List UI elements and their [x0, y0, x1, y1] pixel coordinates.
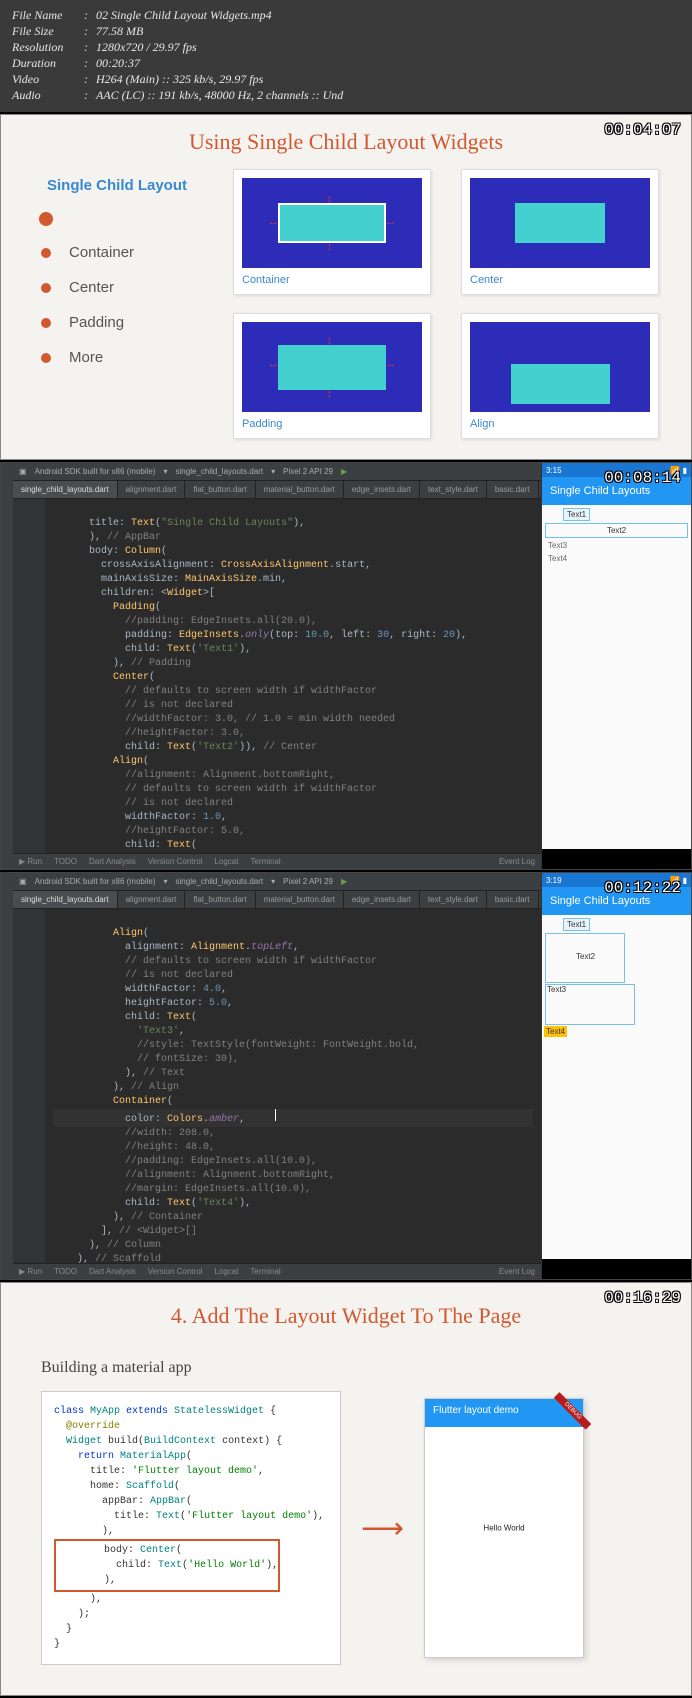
emu-body: Text1 Text2 Text3 Text4: [542, 505, 691, 849]
widget-align: Align: [461, 313, 659, 439]
tab-main[interactable]: single_child_layouts.dart: [13, 481, 118, 498]
emu-navbar[interactable]: [542, 1259, 691, 1279]
run-config[interactable]: single_child_layouts.dart: [176, 467, 264, 476]
tab[interactable]: flat_button.dart: [185, 481, 255, 498]
nav-item-more: More: [69, 349, 103, 366]
meta-filename-label: File Name: [12, 8, 84, 23]
meta-filesize-label: File Size: [12, 24, 84, 39]
code-editor[interactable]: Align( alignment: Alignment.topLeft, // …: [13, 909, 541, 1263]
emu-text2: Text2: [576, 952, 595, 961]
ide-panel-1: 00:08:14 ▣Android SDK built for x86 (mob…: [0, 462, 692, 870]
nav-dot-icon: [41, 353, 51, 363]
tab[interactable]: text_style.dart: [420, 481, 487, 498]
meta-video-label: Video: [12, 72, 84, 87]
editor-tabs[interactable]: single_child_layouts.dart alignment.dart…: [13, 481, 541, 499]
emu-text3: Text3: [546, 984, 567, 995]
slide-title: Using Single Child Layout Widgets: [33, 129, 659, 155]
ide-statusbar[interactable]: ▶ Run TODO Dart Analysis Version Control…: [13, 1263, 541, 1279]
emu-text1: Text1: [563, 508, 590, 521]
ide-toolbar[interactable]: ▣Android SDK built for x86 (mobile) ▾sin…: [13, 463, 541, 481]
emu-text2: Text2: [604, 525, 629, 536]
nav-dot-icon: [41, 318, 51, 328]
meta-video-value: H264 (Main) :: 325 kb/s, 29.97 fps: [96, 72, 263, 87]
meta-duration-label: Duration: [12, 56, 84, 71]
meta-duration-value: 00:20:37: [96, 56, 140, 71]
widget-center: Center: [461, 169, 659, 295]
tab[interactable]: edge_insets.dart: [344, 481, 420, 498]
caption: Padding: [242, 418, 422, 430]
slide-title: 4. Add The Layout Widget To The Page: [41, 1303, 651, 1329]
meta-filename-value: 02 Single Child Layout Widgets.mp4: [96, 8, 272, 23]
ide-statusbar[interactable]: ▶ Run TODO Dart Analysis Version Control…: [13, 853, 541, 869]
phone-mockup: DEBUG Flutter layout demo Hello World: [424, 1398, 584, 1658]
emu-text3: Text3: [545, 540, 570, 551]
timestamp: 00:16:29: [604, 1289, 681, 1307]
nav-dot-icon: [41, 248, 51, 258]
ide-toolbar[interactable]: ▣Android SDK built for x86 (mobile) ▾sin…: [13, 873, 541, 891]
widget-container: ↕↔↔↕ Container: [233, 169, 431, 295]
ide-panel-2: 00:12:22 ▣Android SDK built for x86 (mob…: [0, 872, 692, 1280]
emu-navbar[interactable]: [542, 849, 691, 869]
caption: Container: [242, 274, 422, 286]
meta-resolution-label: Resolution: [12, 40, 84, 55]
ide-left-gutter: [1, 463, 13, 869]
ide-left-gutter: [1, 873, 13, 1279]
meta-audio-label: Audio: [12, 88, 84, 103]
meta-filesize-value: 77.58 MB: [96, 24, 143, 39]
phone-body-text: Hello World: [483, 1524, 524, 1533]
emulator-1[interactable]: 3:15📶 ▮ Single Child Layouts Text1 Text2…: [541, 463, 691, 869]
meta-audio-value: AAC (LC) :: 191 kb/s, 48000 Hz, 2 channe…: [96, 88, 343, 103]
code-editor[interactable]: title: Text("Single Child Layouts"), ), …: [13, 499, 541, 853]
device-selector[interactable]: Android SDK built for x86 (mobile): [35, 467, 156, 476]
timestamp: 00:12:22: [604, 879, 681, 897]
code-sample: class MyApp extends StatelessWidget { @o…: [41, 1391, 341, 1665]
emulator-2[interactable]: 3:19📶 ▮ Single Child Layouts Text1 Text2…: [541, 873, 691, 1279]
slide-subtitle: Building a material app: [41, 1359, 651, 1377]
device-2[interactable]: Pixel 2 API 29: [283, 467, 333, 476]
slide-4: 00:16:29 4. Add The Layout Widget To The…: [0, 1282, 692, 1696]
tab[interactable]: basic.dart: [487, 481, 539, 498]
emu-text1: Text1: [563, 918, 590, 931]
nav-list: Single Child Layout Container Center Pad…: [33, 169, 203, 439]
emu-text4: Text4: [544, 1026, 567, 1037]
slide-1: 00:04:07 Using Single Child Layout Widge…: [0, 114, 692, 460]
nav-item-center: Center: [69, 279, 114, 296]
arrow-right-icon: ⟶: [361, 1511, 404, 1546]
timestamp: 00:08:14: [604, 469, 681, 487]
emu-body: Text1 Text2 Text3 Text4: [542, 915, 691, 1259]
file-metadata-panel: File Name:02 Single Child Layout Widgets…: [0, 0, 692, 112]
editor-tabs[interactable]: single_child_layouts.dart alignment.dart…: [13, 891, 541, 909]
tab[interactable]: material_button.dart: [256, 481, 344, 498]
timestamp: 00:04:07: [604, 121, 681, 139]
emu-text4: Text4: [545, 553, 570, 564]
nav-item-padding: Padding: [69, 314, 124, 331]
tab[interactable]: alignment.dart: [118, 481, 186, 498]
caption: Align: [470, 418, 650, 430]
nav-dot-icon: [39, 212, 53, 226]
meta-resolution-value: 1280x720 / 29.97 fps: [96, 40, 197, 55]
nav-title: Single Child Layout: [47, 177, 203, 194]
nav-dot-icon: [41, 283, 51, 293]
widget-padding: ↕↔↔↕ Padding: [233, 313, 431, 439]
nav-item-container: Container: [69, 244, 134, 261]
caption: Center: [470, 274, 650, 286]
